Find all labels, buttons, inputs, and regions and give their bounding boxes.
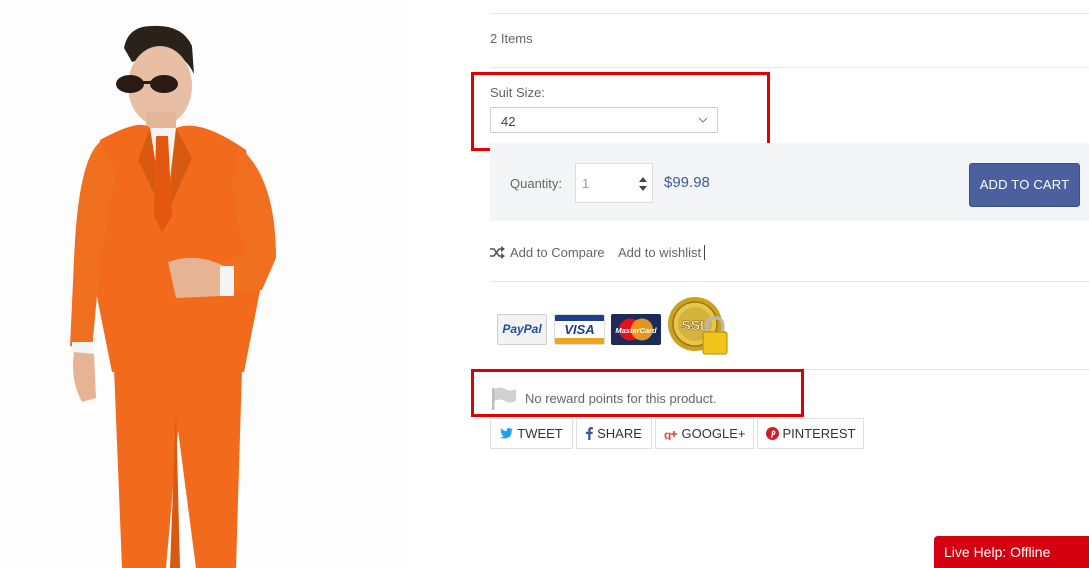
divider xyxy=(490,67,1089,68)
chevron-down-icon xyxy=(698,117,708,123)
google-plus-button[interactable]: g GOOGLE+ xyxy=(655,418,754,449)
visa-icon: VISA xyxy=(554,314,605,345)
suit-size-select[interactable]: 42 xyxy=(490,107,718,133)
quantity-stepper[interactable]: 1 xyxy=(575,163,653,203)
paypal-icon: PayPal xyxy=(497,314,547,345)
svg-text:g: g xyxy=(664,428,671,440)
twitter-icon xyxy=(500,428,514,439)
add-to-cart-panel: Quantity: 1 $99.98 ADD TO CART xyxy=(490,143,1089,221)
ssl-lock-badge-icon: SSL xyxy=(668,297,728,355)
visa-label: VISA xyxy=(555,321,604,338)
facebook-icon xyxy=(586,427,594,440)
add-to-cart-button[interactable]: ADD TO CART xyxy=(969,163,1080,207)
quantity-label: Quantity: xyxy=(510,176,563,191)
add-to-compare-label: Add to Compare xyxy=(510,245,605,260)
suit-size-value: 42 xyxy=(501,114,516,129)
tweet-label: TWEET xyxy=(517,426,563,441)
pinterest-label: PINTEREST xyxy=(782,426,856,441)
facebook-share-button[interactable]: SHARE xyxy=(576,418,652,449)
suit-size-label: Suit Size: xyxy=(490,85,545,100)
reward-points-text: No reward points for this product. xyxy=(525,390,717,406)
flag-icon xyxy=(492,387,516,410)
google-plus-icon: g xyxy=(664,428,677,440)
tweet-button[interactable]: TWEET xyxy=(490,418,573,449)
pinterest-icon xyxy=(765,427,779,440)
suit-model-photo xyxy=(70,25,276,568)
add-to-wishlist-link[interactable]: Add to wishlist xyxy=(618,245,706,260)
divider xyxy=(490,281,1089,282)
stepper-arrows-icon[interactable] xyxy=(638,175,648,193)
reward-points-notice: No reward points for this product. xyxy=(490,386,716,410)
mastercard-icon: MasterCard xyxy=(611,314,661,345)
ssl-label: SSL xyxy=(681,317,709,333)
items-count: 2 Items xyxy=(490,31,533,46)
google-plus-label: GOOGLE+ xyxy=(681,426,746,441)
mastercard-label: MasterCard xyxy=(615,326,657,335)
add-to-compare-link[interactable]: Add to Compare xyxy=(490,245,605,260)
quantity-value: 1 xyxy=(582,176,590,191)
live-help-tab[interactable]: Live Help: Offline xyxy=(934,536,1089,568)
product-image xyxy=(0,0,406,568)
shuffle-icon xyxy=(490,246,505,259)
pinterest-button[interactable]: PINTEREST xyxy=(757,418,864,449)
divider xyxy=(490,13,1089,14)
product-price: $99.98 xyxy=(664,174,710,191)
share-label: SHARE xyxy=(597,426,642,441)
